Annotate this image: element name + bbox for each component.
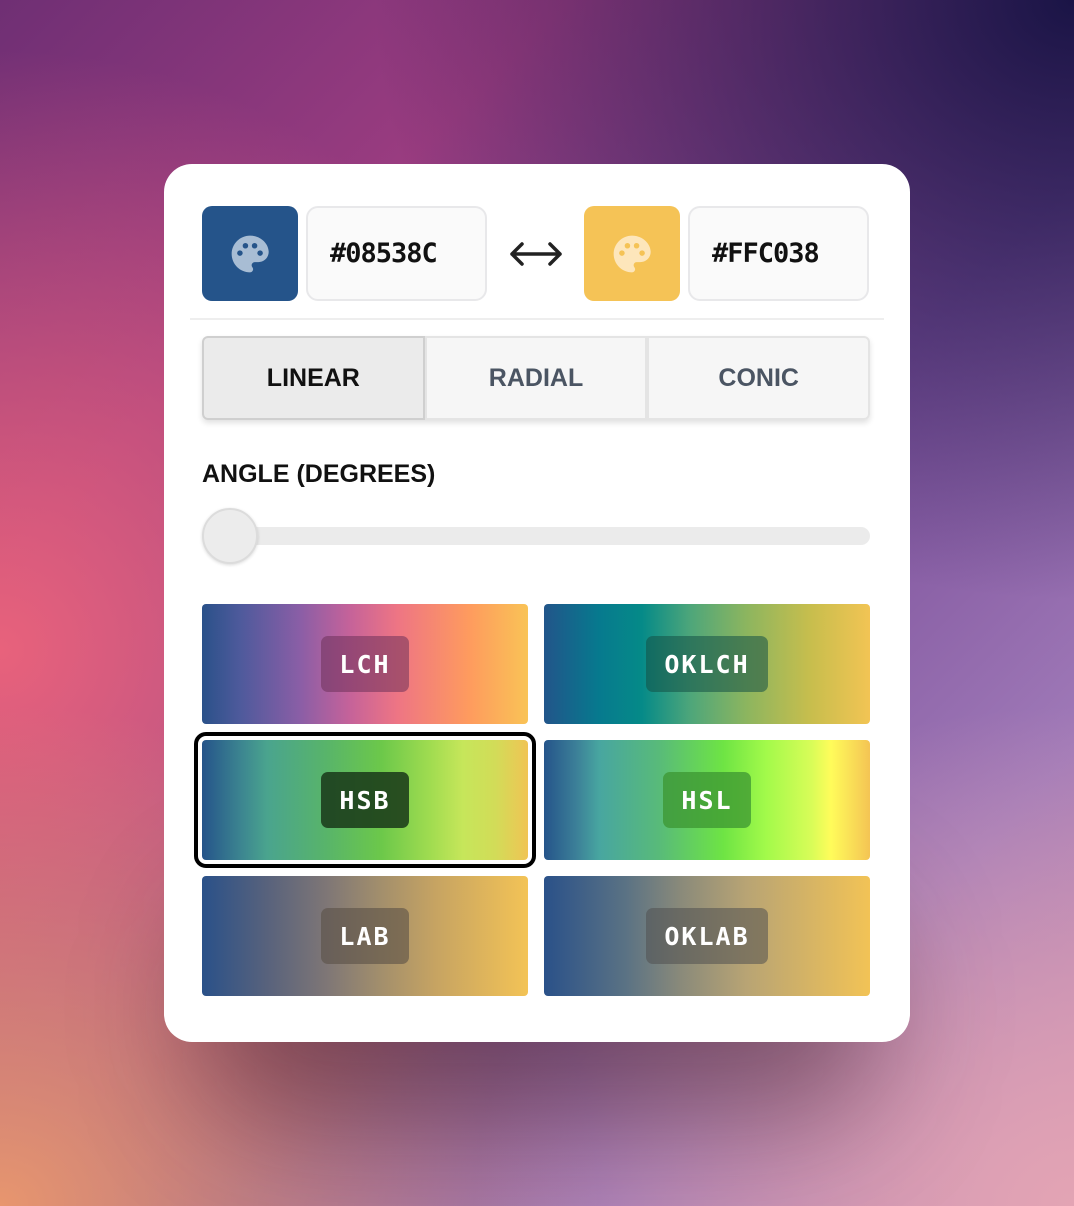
color-space-label: OKLAB (646, 908, 768, 964)
angle-slider-track[interactable] (202, 527, 870, 545)
color-space-lch[interactable]: LCH (202, 604, 528, 724)
color-space-label: HSB (321, 772, 409, 828)
gradient-type-selector: LINEAR RADIAL CONIC (202, 336, 871, 420)
gradient-generator-card: #08538C #FFC038 LINEAR RADIAL CONIC ANGL… (164, 164, 910, 1042)
color-space-label: HSL (663, 772, 751, 828)
divider (190, 318, 884, 320)
tab-conic[interactable]: CONIC (647, 336, 871, 420)
tab-radial[interactable]: RADIAL (424, 336, 648, 420)
start-color-input[interactable]: #08538C (306, 206, 487, 301)
color-space-oklab[interactable]: OKLAB (544, 876, 870, 996)
tab-linear[interactable]: LINEAR (202, 336, 425, 420)
left-right-arrow-icon[interactable] (508, 236, 564, 272)
angle-slider-thumb[interactable] (202, 508, 258, 564)
angle-label: ANGLE (DEGREES) (202, 460, 436, 488)
color-space-hsl[interactable]: HSL (544, 740, 870, 860)
palette-icon (613, 235, 651, 272)
color-space-oklch[interactable]: OKLCH (544, 604, 870, 724)
color-space-label: LCH (321, 636, 409, 692)
color-space-hsb[interactable]: HSB (194, 732, 536, 868)
color-space-lab[interactable]: LAB (202, 876, 528, 996)
color-space-label: LAB (321, 908, 409, 964)
end-color-input[interactable]: #FFC038 (688, 206, 869, 301)
color-space-label: OKLCH (646, 636, 768, 692)
start-color-swatch[interactable] (202, 206, 298, 301)
palette-icon (231, 235, 269, 272)
end-color-swatch[interactable] (584, 206, 680, 301)
